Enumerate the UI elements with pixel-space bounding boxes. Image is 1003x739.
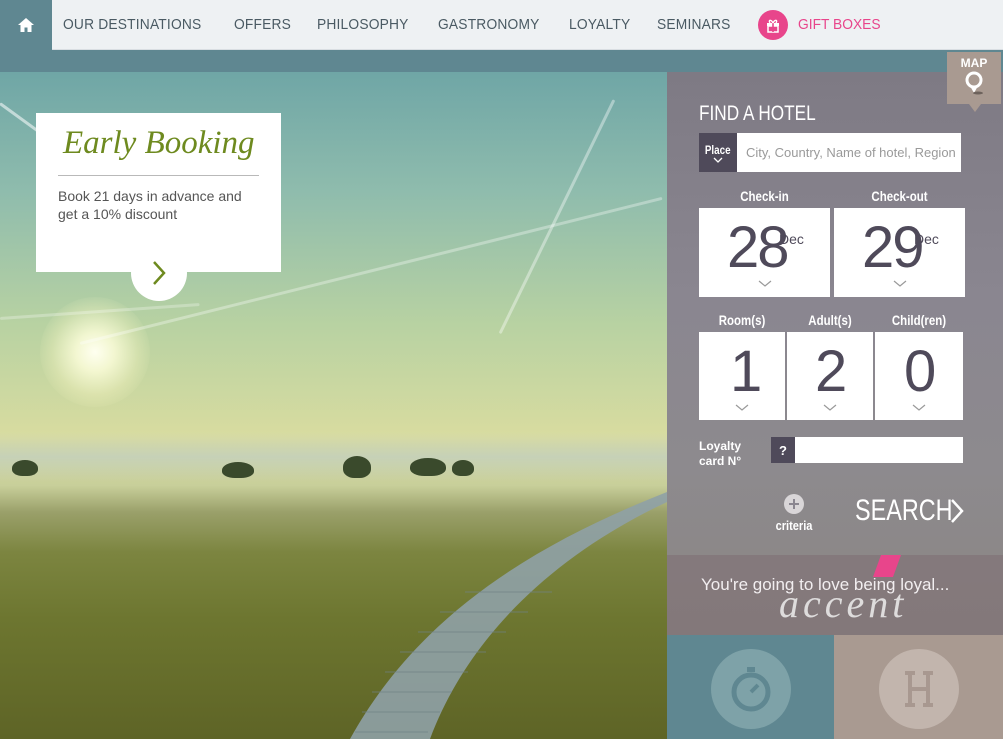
- nav-item-philosophy[interactable]: PHILOSOPHY: [317, 16, 409, 33]
- loyalty-card-label-line1: Loyalty: [699, 439, 742, 453]
- nav-item-offers[interactable]: OFFERS: [234, 16, 291, 33]
- more-criteria-button[interactable]: criteria: [772, 494, 816, 533]
- checkout-date-picker[interactable]: 29 Dec: [834, 208, 965, 297]
- stopwatch-icon: [710, 649, 791, 729]
- search-button[interactable]: SEARCH: [855, 494, 964, 528]
- loyalty-card-label: Loyalty card N°: [699, 439, 741, 469]
- adults-label: Adult(s): [808, 312, 852, 328]
- hotel-h-icon: [878, 649, 959, 729]
- chevron-down-icon: [713, 157, 723, 163]
- place-row: Place: [699, 133, 961, 172]
- chevron-down-icon: [912, 404, 926, 411]
- children-label: Child(ren): [891, 312, 947, 328]
- chevron-down-icon: [758, 280, 772, 287]
- checkout-label: Check-out: [871, 188, 928, 204]
- nav-item-destinations[interactable]: OUR DESTINATIONS: [63, 16, 201, 33]
- accent-logo: accent: [779, 581, 908, 626]
- early-booking-text: Book 21 days in advance and get a 10% di…: [58, 188, 242, 222]
- place-input[interactable]: [737, 133, 961, 172]
- checkin-day: 28: [727, 215, 789, 280]
- place-button-label: Place: [705, 142, 731, 157]
- checkout-month: Dec: [914, 231, 939, 247]
- map-tab-notch: [969, 104, 981, 112]
- hotel-search-panel: FIND A HOTEL Place Check-in Check-out 28…: [667, 72, 1003, 635]
- checkin-month: Dec: [779, 231, 804, 247]
- loyalty-card-label-line2: card N°: [699, 454, 742, 468]
- nav-band: [0, 50, 1003, 72]
- adults-selector[interactable]: 2: [787, 332, 873, 420]
- children-selector[interactable]: 0: [875, 332, 963, 420]
- children-value: 0: [904, 339, 936, 404]
- top-nav: OUR DESTINATIONS OFFERS PHILOSOPHY GASTR…: [0, 0, 1003, 50]
- express-booking-tile[interactable]: [667, 635, 834, 739]
- nav-item-gift-boxes[interactable]: GIFT BOXES: [758, 9, 888, 40]
- adults-value: 2: [815, 339, 847, 404]
- chevron-down-icon: [823, 404, 837, 411]
- nav-item-loyalty[interactable]: LOYALTY: [569, 16, 630, 33]
- plus-icon: [784, 494, 804, 514]
- map-button[interactable]: MAP: [947, 52, 1001, 112]
- map-pin-icon: [965, 71, 983, 95]
- loyalty-card-input[interactable]: [795, 437, 963, 463]
- divider: [58, 175, 259, 176]
- checkin-date-picker[interactable]: 28 Dec: [699, 208, 830, 297]
- gift-icon: [758, 9, 789, 40]
- find-hotel-title: FIND A HOTEL: [699, 102, 816, 125]
- home-icon: [18, 18, 34, 32]
- map-label: MAP: [960, 56, 988, 70]
- checkout-day: 29: [862, 215, 924, 280]
- criteria-label: criteria: [775, 518, 813, 533]
- early-booking-next-button[interactable]: [131, 245, 187, 301]
- nav-item-seminars[interactable]: SEMINARS: [657, 16, 731, 33]
- home-button[interactable]: [0, 0, 52, 50]
- rooms-selector[interactable]: 1: [699, 332, 785, 420]
- nav-item-gastronomy[interactable]: GASTRONOMY: [438, 16, 540, 33]
- chevron-down-icon: [893, 280, 907, 287]
- rooms-value: 1: [730, 339, 762, 404]
- search-button-label: SEARCH: [855, 494, 953, 527]
- chevron-right-icon: [153, 261, 166, 285]
- gift-boxes-label: GIFT BOXES: [798, 16, 881, 33]
- hotel-tile[interactable]: [834, 635, 1003, 739]
- chevron-down-icon: [735, 404, 749, 411]
- place-button[interactable]: Place: [699, 133, 737, 172]
- page: OUR DESTINATIONS OFFERS PHILOSOPHY GASTR…: [0, 0, 1003, 739]
- early-booking-title: Early Booking: [63, 125, 255, 161]
- loyalty-help-button[interactable]: ?: [771, 437, 795, 463]
- checkin-label: Check-in: [740, 188, 789, 204]
- nav-menu: OUR DESTINATIONS OFFERS PHILOSOPHY GASTR…: [52, 0, 888, 49]
- rooms-label: Room(s): [718, 312, 766, 328]
